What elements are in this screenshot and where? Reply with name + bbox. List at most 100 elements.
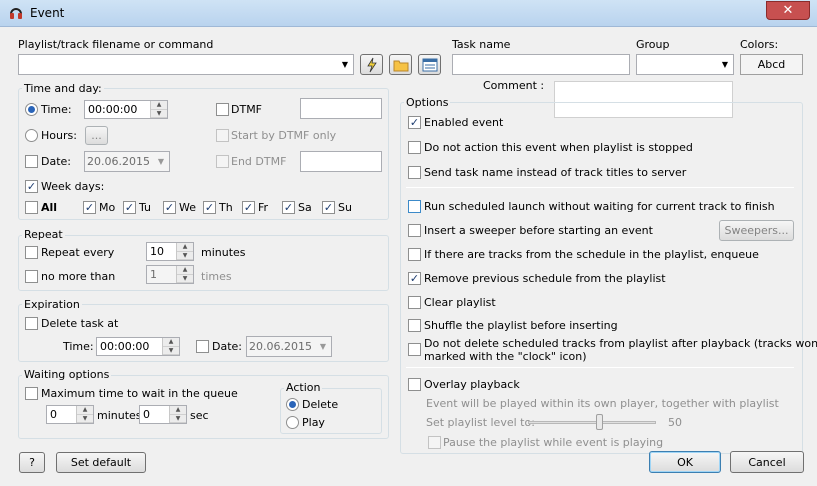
colors-button[interactable]: Abcd: [740, 54, 803, 75]
list-button[interactable]: [418, 54, 441, 75]
set-default-button[interactable]: Set default: [56, 452, 146, 473]
action-delete-radio[interactable]: [286, 398, 299, 411]
end-dtmf-checkbox[interactable]: [216, 155, 229, 168]
remove-previous-label: Remove previous schedule from the playli…: [424, 272, 666, 285]
hours-radio[interactable]: [25, 129, 38, 142]
group-label: Group: [636, 38, 670, 51]
dtmf-input[interactable]: [300, 98, 382, 119]
repeat-legend: Repeat: [22, 228, 65, 241]
expiration-date-checkbox[interactable]: [196, 340, 209, 353]
options-legend: Options: [404, 96, 451, 109]
no-more-than-checkbox[interactable]: [25, 270, 38, 283]
spin-buttons[interactable]: ▲ ▼: [162, 338, 179, 355]
waiting-options-legend: Waiting options: [22, 368, 112, 381]
repeat-every-spinner[interactable]: 10 ▲ ▼: [146, 242, 194, 261]
spin-buttons[interactable]: ▲ ▼: [169, 406, 186, 423]
day-sa-label: Sa: [298, 201, 312, 214]
send-task-name-checkbox[interactable]: [408, 166, 421, 179]
minutes-label: minutes: [201, 246, 246, 259]
run-scheduled-checkbox[interactable]: [408, 200, 421, 213]
help-button[interactable]: ?: [19, 452, 45, 473]
chevron-down-icon: ▼: [157, 157, 165, 166]
expiration-legend: Expiration: [22, 298, 82, 311]
dtmf-label: DTMF: [231, 103, 263, 116]
spin-buttons[interactable]: ▲ ▼: [150, 101, 167, 118]
playlist-level-slider[interactable]: [596, 414, 603, 430]
group-combo[interactable]: ▼: [636, 54, 734, 75]
sweepers-button[interactable]: Sweepers...: [719, 220, 794, 241]
overlay-checkbox[interactable]: [408, 378, 421, 391]
if-tracks-label: If there are tracks from the schedule in…: [424, 248, 759, 261]
shuffle-checkbox[interactable]: [408, 319, 421, 332]
close-button[interactable]: ✕: [766, 1, 810, 20]
time-radio[interactable]: [25, 103, 38, 116]
day-we-label: We: [179, 201, 196, 214]
day-th-checkbox[interactable]: ✓: [203, 201, 216, 214]
playlist-combo[interactable]: ▼: [18, 54, 354, 75]
do-not-delete-label-line1: Do not delete scheduled tracks from play…: [424, 337, 817, 350]
if-tracks-checkbox[interactable]: [408, 248, 421, 261]
expiration-date-picker[interactable]: 20.06.2015 ▼: [246, 336, 332, 357]
action-legend: Action: [284, 381, 323, 394]
do-not-action-checkbox[interactable]: [408, 141, 421, 154]
open-file-button[interactable]: [389, 54, 412, 75]
ok-button[interactable]: OK: [649, 451, 721, 473]
expiration-date-value: 20.06.2015: [249, 340, 312, 353]
start-dtmf-checkbox[interactable]: [216, 129, 229, 142]
day-tu-label: Tu: [139, 201, 152, 214]
action-play-label: Play: [302, 416, 325, 429]
all-days-label: All: [41, 201, 58, 214]
week-days-checkbox[interactable]: ✓: [25, 180, 38, 193]
lightning-icon: [366, 57, 377, 72]
clear-playlist-checkbox[interactable]: [408, 296, 421, 309]
colors-label: Colors:: [740, 38, 779, 51]
insert-sweeper-label: Insert a sweeper before starting an even…: [424, 224, 653, 237]
do-not-action-label: Do not action this event when playlist i…: [424, 141, 693, 154]
day-we-checkbox[interactable]: ✓: [163, 201, 176, 214]
playlist-label: Playlist/track filename or command: [18, 38, 214, 51]
end-dtmf-label: End DTMF: [231, 155, 287, 168]
do-not-delete-checkbox[interactable]: [408, 343, 421, 356]
delete-task-checkbox[interactable]: [25, 317, 38, 330]
day-su-checkbox[interactable]: ✓: [322, 201, 335, 214]
overlay-description: Event will be played within its own play…: [426, 397, 779, 410]
send-task-name-label: Send task name instead of track titles t…: [424, 166, 687, 179]
cancel-button[interactable]: Cancel: [730, 451, 804, 473]
pause-playlist-checkbox[interactable]: [428, 436, 441, 449]
playlist-level-value: 50: [668, 416, 682, 429]
time-spinner[interactable]: 00:00:00 ▲ ▼: [84, 100, 168, 119]
enabled-event-checkbox[interactable]: ✓: [408, 116, 421, 129]
day-mo-label: Mo: [99, 201, 116, 214]
options-divider: [406, 187, 794, 188]
clear-playlist-label: Clear playlist: [424, 296, 496, 309]
insert-sweeper-checkbox[interactable]: [408, 224, 421, 237]
chevron-down-icon: ▼: [319, 342, 327, 351]
remove-previous-checkbox[interactable]: ✓: [408, 272, 421, 285]
end-dtmf-input[interactable]: [300, 151, 382, 172]
no-more-than-spinner[interactable]: 1 ▲ ▼: [146, 265, 194, 284]
command-button[interactable]: [360, 54, 383, 75]
action-play-radio[interactable]: [286, 416, 299, 429]
list-window-icon: [422, 58, 437, 71]
day-tu-checkbox[interactable]: ✓: [123, 201, 136, 214]
wait-sec-spinner[interactable]: 0 ▲ ▼: [139, 405, 187, 424]
max-wait-checkbox[interactable]: [25, 387, 38, 400]
spin-buttons[interactable]: ▲ ▼: [176, 243, 193, 260]
comment-label: Comment :: [483, 79, 545, 92]
wait-sec-label: sec: [190, 409, 209, 422]
expiration-time-spinner[interactable]: 00:00:00 ▲ ▼: [96, 337, 180, 356]
wait-minutes-spinner[interactable]: 0 ▲ ▼: [46, 405, 94, 424]
task-name-input[interactable]: [452, 54, 630, 75]
all-days-checkbox[interactable]: [25, 201, 38, 214]
day-mo-checkbox[interactable]: ✓: [83, 201, 96, 214]
date-picker[interactable]: 20.06.2015 ▼: [84, 151, 170, 172]
start-dtmf-label: Start by DTMF only: [231, 129, 337, 142]
date-checkbox[interactable]: [25, 155, 38, 168]
day-sa-checkbox[interactable]: ✓: [282, 201, 295, 214]
repeat-every-checkbox[interactable]: [25, 246, 38, 259]
day-fr-checkbox[interactable]: ✓: [242, 201, 255, 214]
spin-buttons[interactable]: ▲ ▼: [176, 266, 193, 283]
hours-button[interactable]: ...: [85, 126, 108, 145]
spin-buttons[interactable]: ▲ ▼: [76, 406, 93, 423]
dtmf-checkbox[interactable]: [216, 103, 229, 116]
